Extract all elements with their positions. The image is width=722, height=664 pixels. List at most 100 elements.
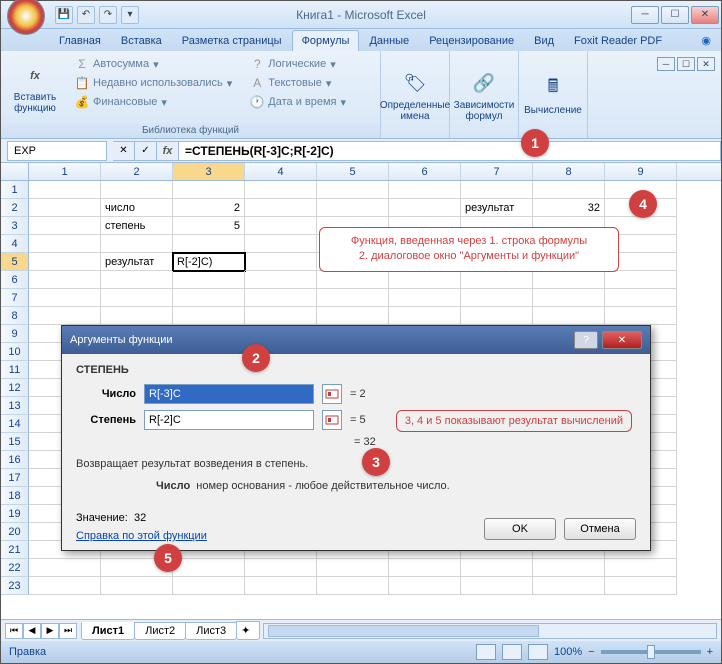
cell[interactable] [101, 289, 173, 307]
cell[interactable] [173, 577, 245, 595]
row-header[interactable]: 8 [1, 307, 29, 325]
cell[interactable] [317, 199, 389, 217]
row-header[interactable]: 5 [1, 253, 29, 271]
office-button[interactable] [7, 0, 45, 35]
cell[interactable] [173, 271, 245, 289]
col-header[interactable]: 5 [317, 163, 389, 180]
cell[interactable]: 2 [173, 199, 245, 217]
logical-button[interactable]: ?Логические ▾ [244, 55, 352, 73]
cell[interactable] [605, 271, 677, 289]
col-header[interactable]: 2 [101, 163, 173, 180]
ok-button[interactable]: OK [484, 518, 556, 540]
cell[interactable] [245, 559, 317, 577]
cell[interactable]: степень [101, 217, 173, 235]
cell[interactable] [389, 307, 461, 325]
row-header[interactable]: 13 [1, 397, 29, 415]
cell[interactable] [173, 559, 245, 577]
row-header[interactable]: 12 [1, 379, 29, 397]
col-header[interactable]: 4 [245, 163, 317, 180]
row-header[interactable]: 11 [1, 361, 29, 379]
cell[interactable] [245, 235, 317, 253]
col-header[interactable]: 9 [605, 163, 677, 180]
row-header[interactable]: 21 [1, 541, 29, 559]
cell[interactable] [173, 235, 245, 253]
cell[interactable] [101, 307, 173, 325]
cancel-edit-button[interactable]: ✕ [113, 141, 135, 161]
defined-names-button[interactable]: 🏷 Определенные имена [385, 53, 445, 138]
new-sheet-button[interactable]: ✦ [236, 621, 260, 640]
row-header[interactable]: 18 [1, 487, 29, 505]
cell[interactable] [101, 577, 173, 595]
arg1-input[interactable]: R[-3]C [144, 384, 314, 404]
cell[interactable] [389, 559, 461, 577]
cell[interactable] [605, 577, 677, 595]
tab-data[interactable]: Данные [359, 30, 419, 51]
formula-deps-button[interactable]: 🔗 Зависимости формул [454, 53, 514, 138]
cell[interactable]: число [101, 199, 173, 217]
zoom-slider[interactable] [601, 650, 701, 654]
cell[interactable]: результат [461, 199, 533, 217]
row-header[interactable]: 17 [1, 469, 29, 487]
cell[interactable] [533, 307, 605, 325]
arg2-ref-button[interactable] [322, 410, 342, 430]
cell[interactable] [245, 577, 317, 595]
cell[interactable] [245, 307, 317, 325]
fx-button[interactable]: fx [157, 141, 179, 161]
last-sheet-button[interactable]: ⏭ [59, 623, 77, 639]
help-icon[interactable]: ◉ [691, 29, 721, 51]
select-all-corner[interactable] [1, 163, 29, 180]
formula-input[interactable]: =СТЕПЕНЬ(R[-3]C;R[-2]C) [179, 141, 721, 161]
cell[interactable] [29, 289, 101, 307]
mdi-restore[interactable]: ☐ [677, 57, 695, 71]
cell[interactable]: R[-2]C) [173, 253, 245, 271]
financial-button[interactable]: 💰Финансовые ▾ [69, 93, 238, 111]
cell[interactable] [533, 577, 605, 595]
cell[interactable] [245, 271, 317, 289]
cell[interactable] [317, 271, 389, 289]
autosum-button[interactable]: ΣАвтосумма ▾ [69, 55, 238, 73]
cell[interactable] [461, 559, 533, 577]
dialog-close-button[interactable]: ✕ [602, 331, 642, 349]
layout-view-button[interactable] [502, 644, 522, 660]
cell[interactable] [29, 199, 101, 217]
cell[interactable]: 32 [533, 199, 605, 217]
col-header[interactable]: 3 [173, 163, 245, 180]
tab-home[interactable]: Главная [49, 30, 111, 51]
tab-foxit[interactable]: Foxit Reader PDF [564, 30, 672, 51]
cell[interactable] [389, 577, 461, 595]
tab-review[interactable]: Рецензирование [419, 30, 524, 51]
row-header[interactable]: 4 [1, 235, 29, 253]
cell[interactable] [29, 577, 101, 595]
cell[interactable]: результат [101, 253, 173, 271]
cell[interactable] [29, 217, 101, 235]
tab-layout[interactable]: Разметка страницы [172, 30, 292, 51]
cell[interactable] [245, 181, 317, 199]
cell[interactable]: 5 [173, 217, 245, 235]
col-header[interactable]: 8 [533, 163, 605, 180]
cell[interactable] [461, 181, 533, 199]
arg2-input[interactable]: R[-2]C [144, 410, 314, 430]
calc-button[interactable]: 🖩 Вычисление [523, 53, 583, 138]
cell[interactable] [29, 235, 101, 253]
cell[interactable] [245, 253, 317, 271]
cell[interactable] [461, 307, 533, 325]
cell[interactable] [605, 307, 677, 325]
cell[interactable] [29, 307, 101, 325]
row-header[interactable]: 10 [1, 343, 29, 361]
normal-view-button[interactable] [476, 644, 496, 660]
zoom-in-button[interactable]: + [707, 646, 713, 658]
sheet-tab[interactable]: Лист3 [185, 622, 237, 640]
h-scrollbar[interactable] [263, 623, 717, 639]
row-header[interactable]: 2 [1, 199, 29, 217]
cell[interactable] [317, 577, 389, 595]
cell[interactable] [461, 577, 533, 595]
recent-button[interactable]: 📋Недавно использовались ▾ [69, 74, 238, 92]
cell[interactable] [533, 181, 605, 199]
cell[interactable] [389, 181, 461, 199]
tab-insert[interactable]: Вставка [111, 30, 172, 51]
row-header[interactable]: 7 [1, 289, 29, 307]
row-header[interactable]: 6 [1, 271, 29, 289]
cell[interactable] [533, 559, 605, 577]
cell[interactable] [245, 199, 317, 217]
mdi-close[interactable]: ✕ [697, 57, 715, 71]
